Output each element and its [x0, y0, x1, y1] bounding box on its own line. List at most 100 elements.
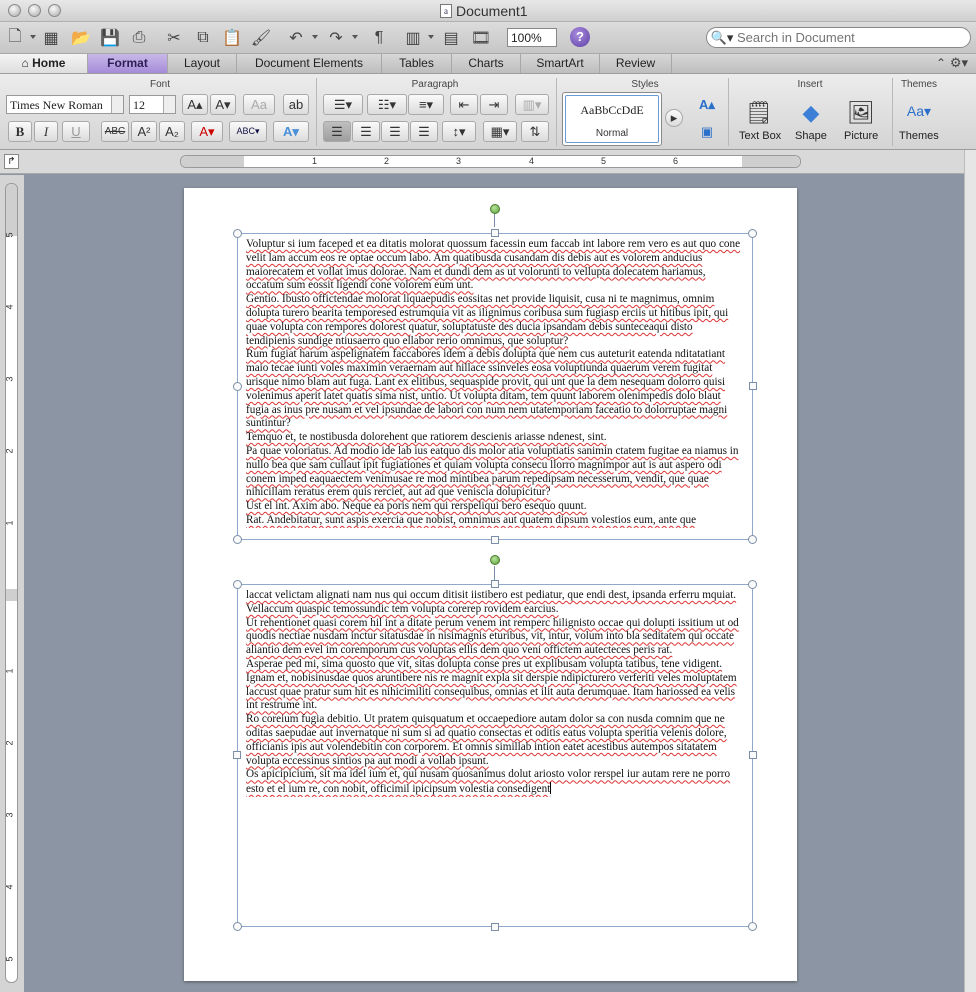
resize-handle[interactable]: [491, 923, 499, 931]
clear-formatting-button[interactable]: Aa: [243, 94, 275, 115]
resize-handle[interactable]: [749, 382, 757, 390]
paragraph[interactable]: Temquo et, te nostibusda dolorehent que …: [246, 431, 742, 445]
shape-label[interactable]: Shape: [795, 130, 827, 142]
undo-icon[interactable]: ↶: [285, 27, 307, 49]
print-icon[interactable]: ⎙: [128, 27, 150, 49]
collapse-ribbon-icon[interactable]: ⌃: [936, 56, 946, 70]
resize-handle[interactable]: [233, 580, 242, 589]
shrink-font-button[interactable]: A▾: [210, 94, 236, 115]
increase-indent-button[interactable]: ⇥: [480, 94, 508, 115]
help-icon[interactable]: ?: [570, 27, 590, 47]
resize-handle[interactable]: [491, 580, 499, 588]
quick-styles-icon[interactable]: A▴: [693, 94, 721, 115]
borders-button[interactable]: ▦▾: [483, 121, 517, 142]
font-size-select[interactable]: 12: [129, 95, 176, 114]
tab-charts[interactable]: Charts: [452, 54, 521, 73]
toolbox-icon[interactable]: ▤: [440, 27, 462, 49]
resize-handle[interactable]: [491, 229, 499, 237]
line-spacing-button[interactable]: ↕▾: [442, 121, 476, 142]
underline-button[interactable]: U: [62, 121, 90, 142]
multilevel-list-button[interactable]: ≡▾: [408, 94, 444, 115]
resize-handle[interactable]: [748, 580, 757, 589]
superscript-button[interactable]: A²: [131, 121, 157, 142]
search-input[interactable]: [737, 30, 957, 45]
themes-icon[interactable]: Aa▾: [898, 95, 940, 127]
style-gallery-next-button[interactable]: ▸: [665, 109, 683, 127]
align-right-button[interactable]: ☰: [381, 121, 409, 142]
style-pane-icon[interactable]: ▣: [693, 121, 721, 142]
resize-handle[interactable]: [749, 751, 757, 759]
resize-handle[interactable]: [748, 922, 757, 931]
vertical-scrollbar[interactable]: [964, 150, 976, 992]
strikethrough-button[interactable]: ABC: [101, 121, 129, 142]
numbering-button[interactable]: ☷▾: [367, 94, 407, 115]
sort-button[interactable]: ⇅: [521, 121, 549, 142]
phonetic-button[interactable]: ab: [283, 94, 309, 115]
paragraph[interactable]: Asperae ped mi, sima quosto que vit, sit…: [246, 658, 742, 672]
text-box-1-content[interactable]: Voluptur si ium faceped et ea ditatis mo…: [246, 238, 742, 528]
copy-icon[interactable]: ⧉: [192, 27, 214, 49]
font-color-button[interactable]: A▾: [191, 121, 223, 142]
font-size-dropdown-icon[interactable]: [163, 96, 175, 113]
text-box-1[interactable]: Voluptur si ium faceped et ea ditatis mo…: [233, 229, 757, 544]
resize-handle[interactable]: [233, 382, 242, 391]
decrease-indent-button[interactable]: ⇤: [450, 94, 478, 115]
themes-label[interactable]: Themes: [899, 130, 939, 142]
paragraph[interactable]: Ro coreium fugia debitio. Ut pratem quis…: [246, 713, 742, 768]
close-window-button[interactable]: [8, 4, 21, 17]
redo-dropdown-caret[interactable]: [352, 35, 358, 39]
text-box-2-content[interactable]: laccat velictam alignati nam nus qui occ…: [246, 589, 742, 797]
templates-icon[interactable]: ▦: [40, 27, 62, 49]
align-left-button[interactable]: ☰: [323, 121, 351, 142]
sidebar-dropdown-caret[interactable]: [428, 35, 434, 39]
new-dropdown-caret[interactable]: [30, 35, 36, 39]
picture-label[interactable]: Picture: [844, 130, 878, 142]
text-box-label[interactable]: Text Box: [739, 130, 781, 142]
font-name-select[interactable]: Times New Roman: [6, 95, 124, 114]
vertical-ruler[interactable]: 5 4 3 2 1 1 2 3 4 5: [5, 183, 18, 983]
paragraph[interactable]: Os apicipicium, sit ma idel ium et, qui …: [246, 768, 742, 797]
cut-icon[interactable]: ✂: [163, 27, 185, 49]
columns-button[interactable]: ▥▾: [515, 94, 549, 115]
picture-icon[interactable]: 🖼: [840, 97, 882, 129]
text-box-2[interactable]: laccat velictam alignati nam nus qui occ…: [233, 580, 757, 931]
paragraph[interactable]: Gentio. Ibusto offictendae molorat liqua…: [246, 293, 742, 348]
tab-home[interactable]: ⌂ Home: [0, 54, 88, 73]
style-gallery[interactable]: AaBbCcDdE Normal: [562, 92, 662, 146]
sidebar-icon[interactable]: ▥: [402, 27, 424, 49]
horizontal-ruler[interactable]: 1 2 3 4 5 6: [180, 155, 801, 168]
text-box-icon[interactable]: 🗒: [738, 97, 780, 129]
paragraph[interactable]: Rat. Andebitatur, sunt aspis exercia que…: [246, 514, 742, 528]
italic-button[interactable]: I: [34, 121, 58, 142]
paragraph[interactable]: Ust el int. Axim abo. Neque ea poris nem…: [246, 500, 742, 514]
paragraph[interactable]: Ignam et, nobisinusdae quos aruntibere n…: [246, 672, 742, 713]
bold-button[interactable]: B: [8, 121, 32, 142]
tab-format[interactable]: Format: [88, 54, 168, 73]
tab-stop-selector[interactable]: ↱: [4, 154, 19, 169]
align-center-button[interactable]: ☰: [352, 121, 380, 142]
rotate-handle[interactable]: [490, 555, 500, 565]
subscript-button[interactable]: A₂: [159, 121, 185, 142]
justify-button[interactable]: ☰: [410, 121, 438, 142]
tab-tables[interactable]: Tables: [382, 54, 452, 73]
media-browser-icon[interactable]: 🎞: [470, 27, 492, 49]
resize-handle[interactable]: [233, 751, 241, 759]
resize-handle[interactable]: [748, 535, 757, 544]
grow-font-button[interactable]: A▴: [182, 94, 208, 115]
new-document-icon[interactable]: 🗋: [4, 27, 26, 49]
resize-handle[interactable]: [748, 229, 757, 238]
tab-layout[interactable]: Layout: [168, 54, 237, 73]
open-folder-icon[interactable]: 📂: [70, 27, 92, 49]
font-name-dropdown-icon[interactable]: [111, 96, 123, 113]
undo-dropdown-caret[interactable]: [312, 35, 318, 39]
tab-review[interactable]: Review: [600, 54, 672, 73]
paragraph[interactable]: laccat velictam alignati nam nus qui occ…: [246, 589, 742, 603]
paragraph[interactable]: Ut rehentionet quasi corem hil int a dit…: [246, 617, 742, 658]
save-icon[interactable]: 💾: [99, 27, 121, 49]
document-page[interactable]: Voluptur si ium faceped et ea ditatis mo…: [184, 188, 797, 981]
text-effects-button[interactable]: A▾: [273, 121, 309, 142]
minimize-window-button[interactable]: [28, 4, 41, 17]
tab-smartart[interactable]: SmartArt: [521, 54, 600, 73]
zoom-select[interactable]: 100%: [507, 28, 557, 47]
resize-handle[interactable]: [491, 536, 499, 544]
